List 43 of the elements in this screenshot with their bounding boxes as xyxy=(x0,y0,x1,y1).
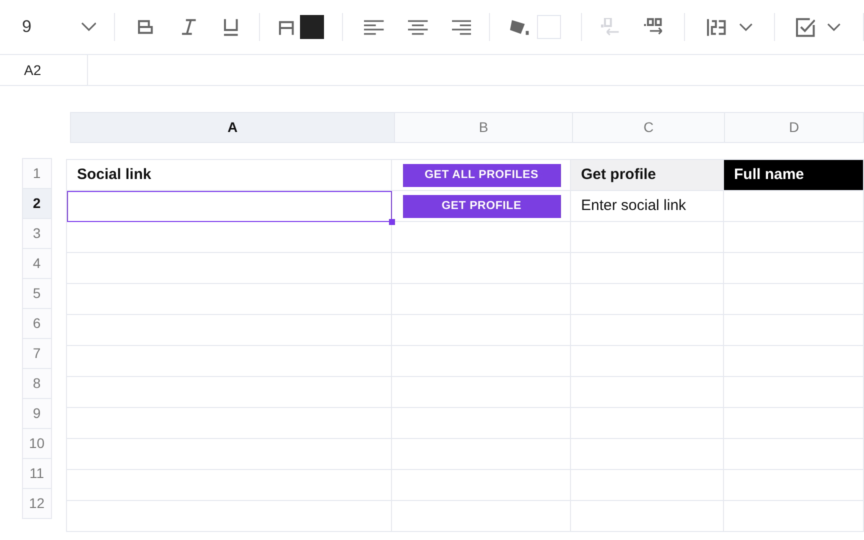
selected-cell[interactable] xyxy=(67,191,392,222)
number-format-icon[interactable] xyxy=(707,18,727,36)
row-header[interactable]: 4 xyxy=(22,248,52,279)
row-header[interactable]: 6 xyxy=(22,308,52,339)
italic-icon[interactable] xyxy=(181,19,197,35)
chevron-down-icon[interactable] xyxy=(80,22,96,32)
fill-handle[interactable] xyxy=(389,219,395,225)
font-size-value[interactable]: 9 xyxy=(22,14,46,40)
fill-color-swatch[interactable] xyxy=(536,15,561,39)
row-header[interactable]: 7 xyxy=(22,338,52,369)
align-center-icon[interactable] xyxy=(408,20,428,34)
column-header[interactable]: D xyxy=(724,112,864,143)
checkbox-icon[interactable] xyxy=(796,18,816,36)
action-button[interactable]: GET ALL PROFILES xyxy=(402,164,560,187)
text-color-icon[interactable] xyxy=(278,20,294,34)
row-header[interactable]: 8 xyxy=(22,368,52,399)
chevron-down-icon[interactable] xyxy=(827,22,842,32)
table-cell[interactable]: Social link xyxy=(67,160,392,191)
table-cell[interactable]: GET ALL PROFILES xyxy=(392,160,571,191)
row-header[interactable]: 1 xyxy=(22,158,52,189)
row-header[interactable]: 12 xyxy=(22,488,52,519)
action-button[interactable]: GET PROFILE xyxy=(402,195,560,218)
column-header[interactable]: C xyxy=(572,112,725,143)
column-header[interactable]: A xyxy=(70,112,395,143)
bold-icon[interactable] xyxy=(138,20,154,34)
table-cell[interactable]: Full name xyxy=(724,160,864,191)
row-header[interactable]: 2 xyxy=(22,188,52,219)
table-cell[interactable]: Enter social link xyxy=(571,191,724,222)
align-right-icon[interactable] xyxy=(452,20,472,34)
row-header[interactable]: 5 xyxy=(22,278,52,309)
row-header[interactable]: 3 xyxy=(22,218,52,249)
row-header[interactable]: 10 xyxy=(22,428,52,459)
increase-decimal-icon[interactable] xyxy=(644,18,664,36)
chevron-down-icon[interactable] xyxy=(738,22,753,32)
text-color-swatch[interactable] xyxy=(300,15,324,39)
table-cell[interactable]: GET PROFILE xyxy=(392,191,571,222)
table-cell[interactable]: Get profile xyxy=(571,160,724,191)
row-header[interactable]: 9 xyxy=(22,398,52,429)
column-header[interactable]: B xyxy=(394,112,573,143)
underline-icon[interactable] xyxy=(222,18,239,36)
cell-reference[interactable]: A2 xyxy=(24,60,42,80)
align-left-icon[interactable] xyxy=(364,20,384,34)
row-header[interactable]: 11 xyxy=(22,458,52,489)
